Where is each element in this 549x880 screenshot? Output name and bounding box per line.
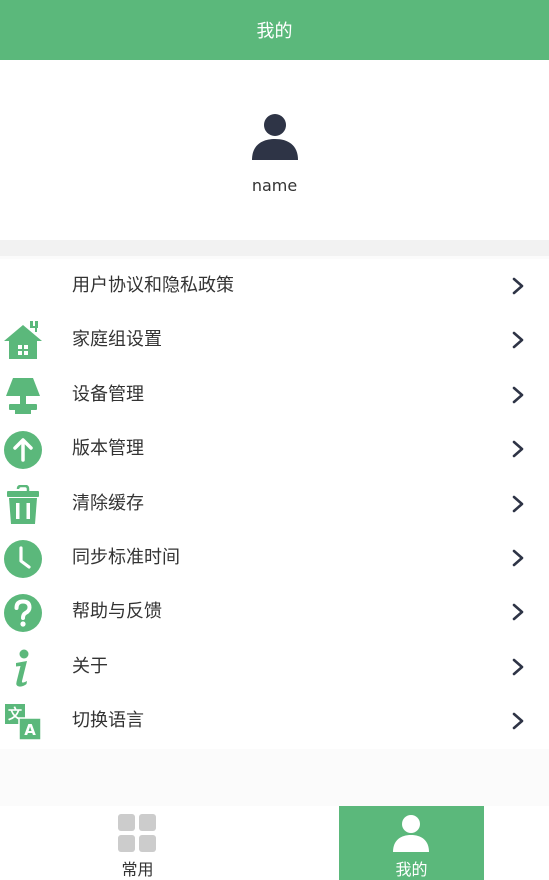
menu-item-label: 关于 (72, 655, 108, 677)
menu-item-label: 设备管理 (72, 383, 144, 405)
chevron-right-icon (512, 440, 524, 458)
section-divider (0, 240, 549, 256)
profile-section: name (0, 60, 549, 240)
menu-item-about[interactable]: 关于 (0, 639, 549, 695)
svg-text:A: A (24, 721, 36, 739)
top-bar: 我的 (0, 0, 549, 60)
grid-icon (118, 814, 156, 852)
chevron-right-icon (512, 332, 524, 349)
page-title: 我的 (256, 21, 293, 42)
bottom-tab-bar: 常用 我的 (0, 806, 549, 880)
arrow-up-icon (4, 431, 42, 470)
chevron-right-icon (512, 495, 524, 512)
tab-common[interactable]: 常用 (65, 806, 210, 880)
chevron-right-icon (512, 549, 524, 567)
question-icon (4, 594, 42, 633)
menu-item-clear-cache[interactable]: 清除缓存 (0, 476, 549, 531)
menu-item-label: 帮助与反馈 (72, 601, 162, 623)
translate-icon: 文 A (5, 704, 42, 741)
chevron-right-icon (512, 658, 524, 676)
menu-item-label: 家庭组设置 (72, 329, 162, 351)
user-icon (393, 815, 429, 852)
settings-menu: 用户协议和隐私政策 家庭组设置 设备管理 版本管理 清除缓存 同步标准时间 帮助… (0, 259, 549, 749)
chevron-right-icon (512, 386, 524, 404)
menu-item-label: 切换语言 (72, 710, 144, 732)
tab-mine[interactable]: 我的 (339, 806, 484, 880)
menu-item-family-group[interactable]: 家庭组设置 (0, 313, 549, 368)
tab-label: 我的 (395, 860, 428, 879)
tab-label: 常用 (121, 860, 154, 879)
menu-item-label: 同步标准时间 (72, 546, 180, 568)
menu-item-label: 清除缓存 (72, 492, 144, 514)
chevron-right-icon (512, 277, 524, 295)
chevron-right-icon (512, 604, 524, 621)
menu-item-version[interactable]: 版本管理 (0, 422, 549, 477)
house-icon (4, 321, 42, 360)
chevron-right-icon (512, 712, 524, 730)
username: name (251, 176, 298, 195)
menu-item-device-management[interactable]: 设备管理 (0, 367, 549, 423)
user-icon[interactable] (250, 112, 300, 162)
info-icon (16, 649, 29, 687)
menu-item-user-agreement[interactable]: 用户协议和隐私政策 (0, 259, 549, 314)
menu-item-language[interactable]: 文 A 切换语言 (0, 694, 549, 749)
lamp-icon (6, 377, 40, 414)
trash-icon (7, 484, 39, 524)
menu-item-label: 用户协议和隐私政策 (72, 275, 234, 296)
menu-item-label: 版本管理 (72, 438, 144, 460)
clock-icon (4, 539, 42, 578)
menu-item-help[interactable]: 帮助与反馈 (0, 585, 549, 640)
menu-item-sync-time[interactable]: 同步标准时间 (0, 530, 549, 586)
